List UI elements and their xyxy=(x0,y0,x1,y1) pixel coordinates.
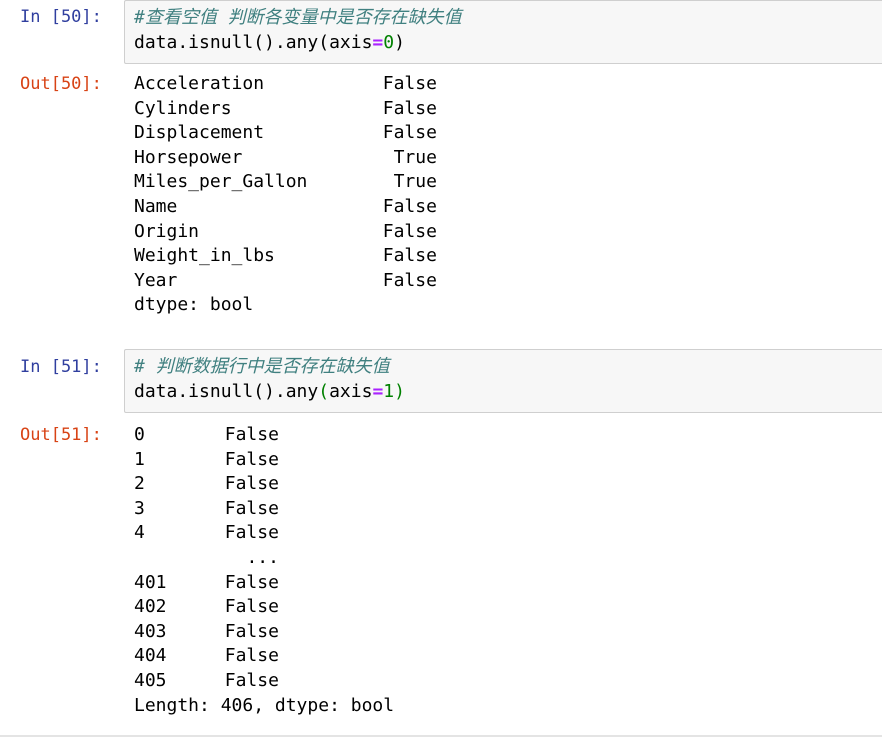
series-index: 401 xyxy=(134,571,167,593)
series-index: Horsepower xyxy=(134,146,243,168)
series-value: ... xyxy=(246,546,279,568)
series-value: False xyxy=(224,473,279,495)
series-value: False xyxy=(224,522,279,544)
series-value: False xyxy=(382,220,437,242)
series-index: 1 xyxy=(134,448,145,470)
series-value: False xyxy=(382,245,437,267)
series-index: Year xyxy=(134,269,178,291)
code-paren-close-51: ) xyxy=(394,380,405,402)
series-index: 405 xyxy=(134,669,167,691)
series-value: False xyxy=(224,497,279,519)
out-prompt-50: Out[50]: xyxy=(20,74,102,94)
series-value: False xyxy=(382,195,437,217)
series-row: 0 False xyxy=(134,423,394,448)
series-row: Weight_in_lbs False xyxy=(134,244,437,269)
output-series-51: 0 False 1 False 2 False 3 False 4 False... 401 Fals… xyxy=(134,423,394,718)
code-call-50: data.isnull().any(axis xyxy=(134,31,373,53)
series-value: False xyxy=(224,620,279,642)
series-row: 405 False xyxy=(134,669,394,694)
series-value: False xyxy=(224,645,279,667)
out-prompt-51: Out[51]: xyxy=(20,425,102,445)
series-index: 3 xyxy=(134,497,145,519)
series-row: Miles_per_Gallon True xyxy=(134,170,437,195)
series-row: 404 False xyxy=(134,644,394,669)
code-kw-51: axis xyxy=(329,380,373,402)
series-row: Year False xyxy=(134,269,437,294)
in-prompt-51: In [51]: xyxy=(20,357,102,377)
code-paren-open-51: ( xyxy=(318,380,330,402)
series-value: True xyxy=(393,171,437,193)
series-value: False xyxy=(224,424,279,445)
series-index: 2 xyxy=(134,473,145,495)
series-value: False xyxy=(382,97,437,119)
series-row: 402 False xyxy=(134,595,394,620)
code-comment-50: #查看空值 判断各变量中是否存在缺失值 xyxy=(134,7,462,28)
series-dtype-footer: dtype: bool xyxy=(134,294,254,316)
series-row: Displacement False xyxy=(134,121,437,146)
series-value: False xyxy=(224,596,279,618)
series-row: Acceleration False xyxy=(134,72,437,97)
series-value: False xyxy=(224,669,279,691)
code-line-51: data.isnull().any(axis=1) xyxy=(134,380,882,405)
series-index: Acceleration xyxy=(134,73,265,94)
series-value: False xyxy=(382,73,437,94)
series-row: Horsepower True xyxy=(134,146,437,171)
series-index: 404 xyxy=(134,645,167,667)
code-number-51: 1 xyxy=(383,380,395,402)
series-value: False xyxy=(224,448,279,470)
series-value: False xyxy=(382,122,437,144)
series-row: Name False xyxy=(134,195,437,220)
series-row: 2 False xyxy=(134,472,394,497)
code-number-50: 0 xyxy=(383,31,395,53)
series-row: Cylinders False xyxy=(134,97,437,122)
series-row: ... xyxy=(134,546,394,571)
output-series-50: Acceleration False Cylinders False Displacem… xyxy=(134,72,437,318)
series-index: Cylinders xyxy=(134,97,232,119)
code-comment-51: # 判断数据行中是否存在缺失值 xyxy=(134,356,390,377)
series-index: Weight_in_lbs xyxy=(134,245,275,267)
series-value: False xyxy=(382,269,437,291)
series-value: False xyxy=(224,571,279,593)
series-row: 4 False xyxy=(134,521,394,546)
series-index: Origin xyxy=(134,220,200,242)
series-row: 3 False xyxy=(134,497,394,522)
series-index: 0 xyxy=(134,424,145,445)
series-dtype-footer: Length: 406, dtype: bool xyxy=(134,694,395,716)
code-call-51: data.isnull().any xyxy=(134,380,319,402)
series-index: 402 xyxy=(134,596,167,618)
series-index: Name xyxy=(134,195,178,217)
series-row: Origin False xyxy=(134,220,437,245)
code-operator-51: = xyxy=(372,380,384,402)
series-row: 1 False xyxy=(134,448,394,473)
code-line-50: data.isnull().any(axis=0) xyxy=(134,31,882,56)
code-close-50: ) xyxy=(394,31,405,53)
cell-divider xyxy=(0,735,882,737)
series-index: Displacement xyxy=(134,122,265,144)
code-editor-51[interactable]: # 判断数据行中是否存在缺失值 data.isnull().any(axis=1… xyxy=(124,349,882,413)
code-editor-50[interactable]: #查看空值 判断各变量中是否存在缺失值 data.isnull().any(ax… xyxy=(124,0,882,64)
in-prompt-50: In [50]: xyxy=(20,7,102,27)
series-index: 4 xyxy=(134,522,145,544)
series-value: True xyxy=(393,146,437,168)
series-index: 403 xyxy=(134,620,167,642)
series-row: 401 False xyxy=(134,571,394,596)
series-index: Miles_per_Gallon xyxy=(134,171,308,193)
code-operator-50: = xyxy=(372,31,384,53)
series-row: 403 False xyxy=(134,620,394,645)
